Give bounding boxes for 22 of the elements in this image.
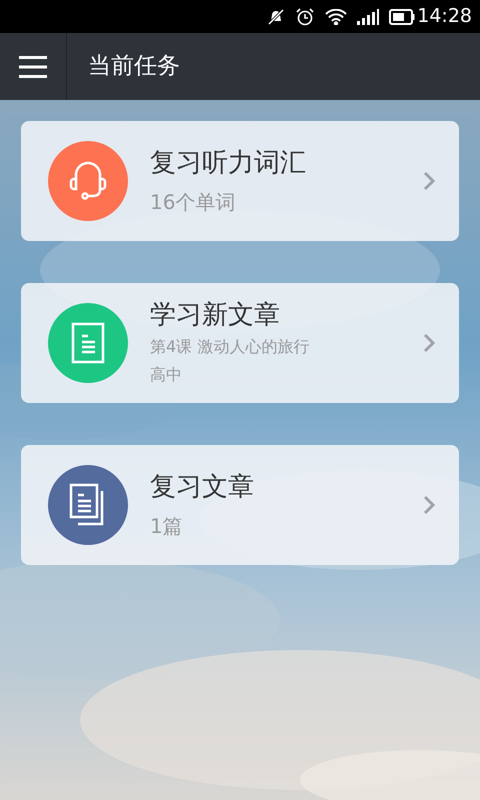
task-card[interactable]: 学习新文章 第4课 激动人心的旅行 高中	[21, 283, 459, 403]
wifi-icon	[325, 8, 348, 24]
muted-bell-icon	[267, 8, 286, 26]
task-subtitle: 16个单词	[150, 189, 236, 216]
status-time: 14:28	[417, 4, 472, 30]
chevron-right-icon	[423, 171, 435, 191]
battery-icon	[389, 8, 416, 24]
task-title: 学习新文章	[150, 299, 281, 332]
alarm-clock-icon	[295, 6, 316, 26]
task-card[interactable]: 复习听力词汇 16个单词	[21, 121, 459, 241]
task-title: 复习听力词汇	[150, 147, 307, 180]
menu-icon	[19, 56, 47, 78]
task-title: 复习文章	[150, 471, 255, 504]
chevron-right-icon	[423, 495, 435, 515]
task-subtitle: 1篇	[150, 513, 184, 540]
page-title: 当前任务	[88, 52, 180, 82]
document-icon	[71, 322, 105, 364]
task-subtitle: 第4课 激动人心的旅行	[150, 336, 310, 358]
signal-icon	[357, 8, 380, 24]
chevron-right-icon	[423, 333, 435, 353]
task-card[interactable]: 复习文章 1篇	[21, 445, 459, 565]
task-subtitle: 高中	[150, 364, 183, 386]
